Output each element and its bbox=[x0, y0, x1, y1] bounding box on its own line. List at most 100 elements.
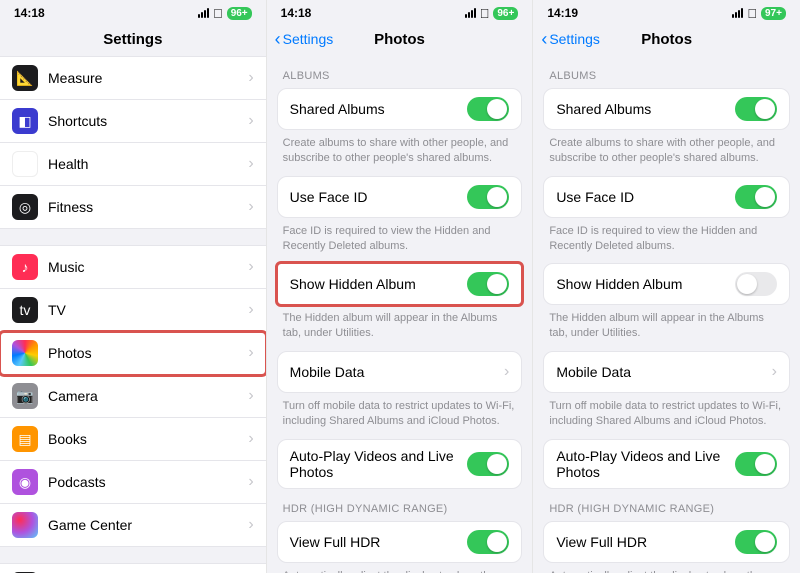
chevron-left-icon: ‹ bbox=[541, 30, 547, 48]
section-header-albums: ALBUMS bbox=[267, 56, 533, 88]
footer-face-id: Face ID is required to view the Hidden a… bbox=[533, 218, 800, 254]
settings-row-fitness[interactable]: ◎Fitness› bbox=[0, 186, 266, 228]
toggle-autoplay[interactable] bbox=[735, 452, 777, 476]
chevron-right-icon: › bbox=[248, 258, 253, 276]
settings-row-podcasts[interactable]: ◉Podcasts› bbox=[0, 461, 266, 504]
row-use-face-id[interactable]: Use Face ID bbox=[278, 177, 522, 217]
status-time: 14:18 bbox=[14, 6, 45, 20]
toggle-shared-albums[interactable] bbox=[467, 97, 509, 121]
toggle-view-full-hdr[interactable] bbox=[735, 530, 777, 554]
section-header-hdr: HDR (HIGH DYNAMIC RANGE) bbox=[267, 489, 533, 521]
wifi-icon: 􀙇 bbox=[747, 6, 757, 21]
row-use-face-id[interactable]: Use Face ID bbox=[544, 177, 789, 217]
footer-shared-albums: Create albums to share with other people… bbox=[533, 130, 800, 166]
footer-mobile-data: Turn off mobile data to restrict updates… bbox=[267, 393, 533, 429]
footer-hdr: Automatically adjust the display to show… bbox=[267, 563, 533, 573]
row-show-hidden-album[interactable]: Show Hidden Album bbox=[278, 264, 522, 304]
toggle-show-hidden-album[interactable] bbox=[467, 272, 509, 296]
row-view-full-hdr[interactable]: View Full HDR bbox=[278, 522, 522, 562]
settings-row-health[interactable]: ♥Health› bbox=[0, 143, 266, 186]
section-header-albums: ALBUMS bbox=[533, 56, 800, 88]
chevron-right-icon: › bbox=[248, 112, 253, 130]
fitness-icon: ◎ bbox=[12, 194, 38, 220]
row-shared-albums[interactable]: Shared Albums bbox=[278, 89, 522, 129]
chevron-right-icon: › bbox=[248, 344, 253, 362]
section-header-hdr: HDR (HIGH DYNAMIC RANGE) bbox=[533, 489, 800, 521]
tv-icon: tv bbox=[12, 297, 38, 323]
shortcuts-icon: ◧ bbox=[12, 108, 38, 134]
settings-row-music[interactable]: ♪Music› bbox=[0, 246, 266, 289]
battery-indicator: 97+ bbox=[761, 7, 786, 20]
back-button[interactable]: ‹Settings bbox=[275, 30, 334, 48]
chevron-right-icon: › bbox=[248, 387, 253, 405]
chevron-right-icon: › bbox=[248, 473, 253, 491]
back-button[interactable]: ‹Settings bbox=[541, 30, 600, 48]
cellular-icon bbox=[465, 8, 476, 18]
status-time: 14:18 bbox=[281, 6, 312, 20]
settings-row-tv[interactable]: tvTV› bbox=[0, 289, 266, 332]
photos-settings-screen-on: 14:18 􀙇 96+ ‹Settings Photos ALBUMS Shar… bbox=[267, 0, 534, 573]
nav-title: Photos bbox=[374, 31, 425, 48]
nav-title: Photos bbox=[641, 31, 692, 48]
photos-icon bbox=[12, 340, 38, 366]
chevron-right-icon: › bbox=[504, 363, 509, 381]
settings-group-2: ♪Music› tvTV› Photos› 📷Camera› ▤Books› ◉… bbox=[0, 245, 266, 547]
nav-bar: ‹Settings Photos bbox=[533, 22, 800, 56]
row-shared-albums[interactable]: Shared Albums bbox=[544, 89, 789, 129]
settings-row-camera[interactable]: 📷Camera› bbox=[0, 375, 266, 418]
settings-screen: 14:18 􀙇 96+ Settings 📐Measure› ◧Shortcut… bbox=[0, 0, 267, 573]
footer-face-id: Face ID is required to view the Hidden a… bbox=[267, 218, 533, 254]
nav-bar: ‹Settings Photos bbox=[267, 22, 533, 56]
chevron-right-icon: › bbox=[248, 430, 253, 448]
row-autoplay[interactable]: Auto-Play Videos and Live Photos bbox=[544, 440, 789, 488]
row-mobile-data[interactable]: Mobile Data› bbox=[544, 352, 789, 392]
settings-row-measure[interactable]: 📐Measure› bbox=[0, 57, 266, 100]
cellular-icon bbox=[198, 8, 209, 18]
row-mobile-data[interactable]: Mobile Data› bbox=[278, 352, 522, 392]
toggle-view-full-hdr[interactable] bbox=[467, 530, 509, 554]
chevron-right-icon: › bbox=[248, 516, 253, 534]
settings-row-shortcuts[interactable]: ◧Shortcuts› bbox=[0, 100, 266, 143]
row-show-hidden-album[interactable]: Show Hidden Album bbox=[544, 264, 789, 304]
settings-row-books[interactable]: ▤Books› bbox=[0, 418, 266, 461]
chevron-right-icon: › bbox=[248, 69, 253, 87]
chevron-right-icon: › bbox=[248, 155, 253, 173]
status-bar: 14:19 􀙇 97+ bbox=[533, 0, 800, 22]
settings-group-1: 📐Measure› ◧Shortcuts› ♥Health› ◎Fitness› bbox=[0, 56, 266, 229]
cellular-icon bbox=[732, 8, 743, 18]
chevron-right-icon: › bbox=[248, 301, 253, 319]
toggle-show-hidden-album[interactable] bbox=[735, 272, 777, 296]
health-icon: ♥ bbox=[12, 151, 38, 177]
footer-mobile-data: Turn off mobile data to restrict updates… bbox=[533, 393, 800, 429]
footer-hidden-album: The Hidden album will appear in the Albu… bbox=[267, 305, 533, 341]
wifi-icon: 􀙇 bbox=[480, 6, 490, 21]
chevron-left-icon: ‹ bbox=[275, 30, 281, 48]
footer-hidden-album: The Hidden album will appear in the Albu… bbox=[533, 305, 800, 341]
status-time: 14:19 bbox=[547, 6, 578, 20]
chevron-right-icon: › bbox=[772, 363, 777, 381]
settings-row-photos[interactable]: Photos› bbox=[0, 332, 266, 375]
footer-shared-albums: Create albums to share with other people… bbox=[267, 130, 533, 166]
row-autoplay[interactable]: Auto-Play Videos and Live Photos bbox=[278, 440, 522, 488]
toggle-shared-albums[interactable] bbox=[735, 97, 777, 121]
footer-hdr: Automatically adjust the display to show… bbox=[533, 563, 800, 573]
camera-icon: 📷 bbox=[12, 383, 38, 409]
toggle-autoplay[interactable] bbox=[467, 452, 509, 476]
settings-row-gamecenter[interactable]: Game Center› bbox=[0, 504, 266, 546]
nav-bar: Settings bbox=[0, 22, 266, 56]
nav-title: Settings bbox=[103, 31, 162, 48]
wifi-icon: 􀙇 bbox=[213, 6, 223, 21]
settings-row-tvprovider[interactable]: ▣TV Provider› bbox=[0, 564, 266, 573]
toggle-use-face-id[interactable] bbox=[467, 185, 509, 209]
status-bar: 14:18 􀙇 96+ bbox=[267, 0, 533, 22]
photos-settings-screen-off: 14:19 􀙇 97+ ‹Settings Photos ALBUMS Shar… bbox=[533, 0, 800, 573]
books-icon: ▤ bbox=[12, 426, 38, 452]
music-icon: ♪ bbox=[12, 254, 38, 280]
battery-indicator: 96+ bbox=[493, 7, 518, 20]
measure-icon: 📐 bbox=[12, 65, 38, 91]
row-view-full-hdr[interactable]: View Full HDR bbox=[544, 522, 789, 562]
gamecenter-icon bbox=[12, 512, 38, 538]
status-bar: 14:18 􀙇 96+ bbox=[0, 0, 266, 22]
toggle-use-face-id[interactable] bbox=[735, 185, 777, 209]
settings-group-3: ▣TV Provider› bbox=[0, 563, 266, 573]
